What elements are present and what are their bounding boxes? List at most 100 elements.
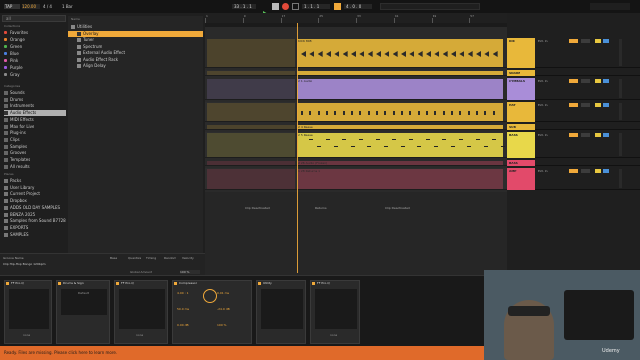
collection-item[interactable]: Purple — [4, 65, 64, 71]
arm-button[interactable] — [581, 133, 590, 137]
clip[interactable]: 2 5 Reese — [297, 133, 505, 157]
place-item[interactable]: Samples from Sound B7728 — [4, 218, 66, 224]
place-item[interactable]: Dropbox — [4, 198, 66, 204]
compressor-value[interactable]: 0.00 dB — [177, 323, 189, 327]
browser-list-item[interactable]: External Audio Effect — [68, 50, 203, 56]
inactive-clip[interactable] — [207, 161, 295, 165]
monitor-button[interactable] — [569, 133, 578, 137]
compressor-value[interactable]: 0.01 ms — [217, 291, 229, 295]
track-header[interactable]: HAT Ext. In — [507, 102, 640, 122]
browser-list-item[interactable]: Overlay — [68, 30, 203, 37]
category-item[interactable]: Samples — [4, 144, 66, 150]
collection-item[interactable]: Pink — [4, 58, 64, 64]
device[interactable]: FF Pro-Q none — [114, 280, 168, 344]
monitor-button[interactable] — [569, 103, 578, 107]
device-on-toggle[interactable] — [58, 282, 61, 285]
stop-button[interactable] — [272, 3, 279, 10]
loop-start-field[interactable]: 1 . 1 . 1 — [302, 4, 330, 9]
place-item[interactable]: ADDS OLD DAY SAMPLES — [4, 205, 66, 211]
play-button[interactable] — [262, 3, 269, 18]
inactive-clip[interactable] — [207, 169, 295, 189]
arm-button[interactable] — [581, 79, 590, 83]
track-header[interactable]: SUB — [507, 124, 640, 130]
tap-button[interactable]: TAP — [4, 4, 20, 9]
collection-item[interactable]: Orange — [4, 37, 64, 43]
tempo-field[interactable]: 120.00 — [22, 4, 40, 9]
inactive-clip[interactable] — [207, 133, 295, 157]
activator-button[interactable] — [595, 103, 601, 107]
activator-button[interactable] — [595, 39, 601, 43]
device-on-toggle[interactable] — [174, 282, 177, 285]
clip[interactable]: 1 28 Returns 1 — [297, 169, 503, 189]
session-record-button[interactable] — [292, 3, 299, 10]
time-signature[interactable]: 4 / 4 — [43, 4, 59, 9]
compressor-value[interactable]: 100 % — [217, 323, 227, 327]
monitor-button[interactable] — [569, 169, 578, 173]
arm-button[interactable] — [581, 169, 590, 173]
device-on-toggle[interactable] — [6, 282, 9, 285]
device[interactable]: Utility — [256, 280, 306, 344]
inactive-clip[interactable] — [207, 103, 295, 121]
track-header[interactable]: SNARE — [507, 70, 640, 76]
loop-toggle[interactable] — [334, 3, 341, 10]
category-item[interactable]: Sounds — [4, 90, 66, 96]
category-item[interactable]: Grooves — [4, 150, 66, 156]
track-header[interactable]: KIK Ext. In — [507, 38, 640, 68]
collection-item[interactable]: Blue — [4, 51, 64, 57]
clip[interactable]: KICK 808 — [297, 39, 503, 67]
compressor-value[interactable]: 50.0 ms — [177, 307, 189, 311]
solo-button[interactable] — [603, 39, 609, 43]
knob-icon[interactable] — [203, 289, 217, 303]
loop-length-field[interactable]: 4 . 0 . 0 — [344, 4, 372, 9]
category-item[interactable]: All results — [4, 164, 66, 170]
device[interactable]: Drums & Sign Default — [56, 280, 110, 344]
browser-list-item[interactable]: Tuner — [68, 37, 203, 43]
place-item[interactable]: BENZA 2025 — [4, 212, 66, 218]
overview-strip[interactable] — [380, 3, 480, 10]
device[interactable]: FF Pro-Q none — [4, 280, 52, 344]
global-amount-value[interactable]: 100 % — [180, 270, 200, 274]
arm-button[interactable] — [581, 103, 590, 107]
monitor-button[interactable] — [569, 39, 578, 43]
device-on-toggle[interactable] — [258, 282, 261, 285]
solo-button[interactable] — [603, 103, 609, 107]
activator-button[interactable] — [595, 79, 601, 83]
clip[interactable]: 2 26 Audio (Frozen) — [297, 161, 503, 165]
browser-list-item[interactable]: Audio Effect Rack — [68, 57, 203, 63]
place-item[interactable]: EXPORTS — [4, 225, 66, 231]
compressor-value[interactable]: -24.0 dB — [217, 307, 230, 311]
category-item[interactable]: Max for Live — [4, 124, 66, 130]
category-item[interactable]: MIDI Effects — [4, 117, 66, 123]
record-button[interactable] — [282, 3, 289, 10]
place-item[interactable]: User Library — [4, 185, 66, 191]
track-header[interactable]: BASS — [507, 160, 640, 166]
category-item[interactable]: Plug-ins — [4, 130, 66, 136]
monitor-button[interactable] — [569, 79, 578, 83]
collection-item[interactable]: Favorites — [4, 30, 64, 36]
status-bar[interactable]: Ready. Files are missing. Please click h… — [0, 346, 484, 360]
browser-list-item[interactable]: Spectrum — [68, 44, 203, 50]
metronome-setting[interactable]: 1 Bar — [62, 4, 82, 9]
inactive-clip[interactable] — [207, 39, 295, 67]
track-header[interactable]: CYMBALS Ext. In — [507, 78, 640, 100]
track-header[interactable]: AMP Ext. In — [507, 168, 640, 190]
category-item[interactable]: Clips — [4, 137, 66, 143]
device-on-toggle[interactable] — [312, 282, 315, 285]
device-on-toggle[interactable] — [116, 282, 119, 285]
inactive-clip[interactable] — [207, 79, 295, 99]
browser-list-item[interactable]: Align Delay — [68, 63, 203, 69]
category-item[interactable]: Audio Effects — [4, 110, 66, 117]
track-header[interactable]: BASS Ext. In — [507, 132, 640, 158]
inactive-clip[interactable] — [207, 125, 295, 129]
activator-button[interactable] — [595, 169, 601, 173]
browser-search[interactable]: all — [2, 15, 66, 22]
device[interactable]: Compressor 4.00 : 1 0.01 ms 50.0 ms -24.0 dB… — [172, 280, 252, 344]
collection-item[interactable]: Gray — [4, 72, 64, 78]
inactive-clip[interactable] — [207, 71, 295, 75]
place-item[interactable]: Packs — [4, 178, 66, 184]
arm-button[interactable] — [581, 39, 590, 43]
clip[interactable] — [297, 71, 503, 75]
solo-button[interactable] — [603, 79, 609, 83]
category-item[interactable]: Templates — [4, 157, 66, 163]
clip[interactable]: 2 1 Audio — [297, 79, 503, 99]
